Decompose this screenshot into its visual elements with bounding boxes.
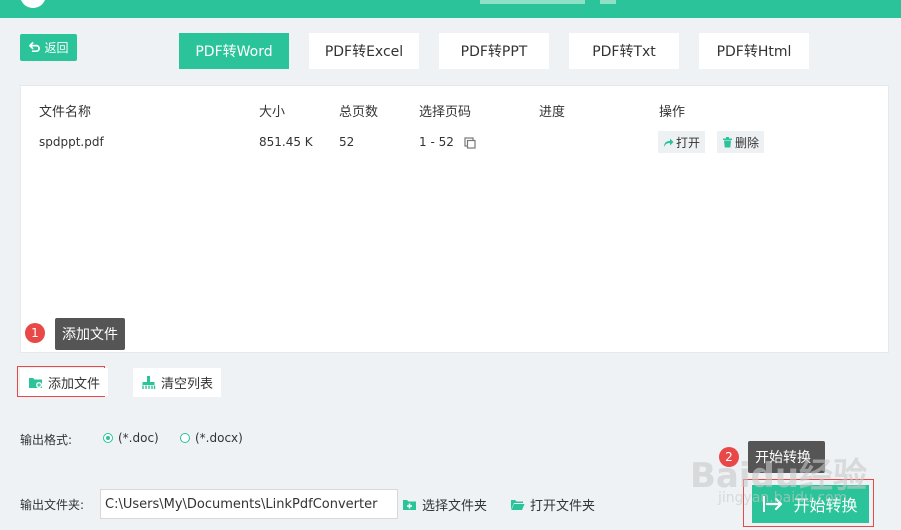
output-format-label: 输出格式:: [20, 433, 73, 447]
column-header-progress: 进度: [539, 105, 566, 120]
tab-label: PDF转Html: [716, 44, 792, 60]
step-badge-1: 1: [25, 323, 45, 343]
tab-pdf-to-txt[interactable]: PDF转Txt: [569, 33, 679, 69]
page-count-cell: 52: [339, 135, 355, 149]
open-file-label: 打开: [676, 135, 701, 150]
radio-selected-indicator: [103, 433, 113, 443]
back-button-label: 返回: [44, 41, 69, 55]
back-button[interactable]: 返回: [20, 34, 77, 61]
start-convert-label: 开始转换: [793, 496, 858, 515]
tab-label: PDF转Word: [195, 44, 273, 60]
title-bar: [0, 0, 901, 18]
column-header-actions: 操作: [659, 105, 686, 120]
start-convert-tooltip: 开始转换: [748, 441, 825, 473]
tab-pdf-to-word[interactable]: PDF转Word: [179, 33, 289, 69]
radio-unselected-indicator: [180, 433, 190, 443]
clear-list-label: 清空列表: [161, 377, 214, 392]
format-doc-radio[interactable]: (*.doc): [103, 431, 159, 445]
clear-list-button[interactable]: 清空列表: [133, 368, 222, 397]
page-select-icon[interactable]: [464, 136, 476, 149]
add-file-label: 添加文件: [48, 376, 101, 392]
page-range-value: 1 - 52: [419, 135, 454, 149]
tooltip-text: 开始转换: [755, 450, 811, 466]
choose-folder-label: 选择文件夹: [422, 498, 488, 514]
column-header-name: 文件名称: [39, 105, 92, 120]
format-doc-label: (*.doc): [118, 431, 159, 445]
tab-label: PDF转PPT: [460, 44, 528, 60]
step-badge-2: 2: [719, 447, 739, 467]
open-folder-icon: [511, 499, 525, 510]
tooltip-text: 添加文件: [62, 327, 118, 343]
app-logo: [20, 0, 46, 8]
choose-folder-button[interactable]: 选择文件夹: [398, 489, 492, 519]
title-bar-decoration: [600, 0, 616, 4]
add-file-tooltip: 添加文件: [55, 318, 125, 350]
trash-icon: [723, 136, 732, 147]
column-header-pages: 总页数: [339, 105, 379, 120]
column-header-page-range: 选择页码: [419, 105, 472, 120]
file-list-panel: 文件名称 大小 总页数 选择页码 进度 操作 spdppt.pdf 851.45…: [20, 85, 889, 353]
tab-label: PDF转Excel: [324, 44, 404, 60]
delete-file-label: 删除: [735, 135, 760, 150]
output-folder-input[interactable]: [100, 489, 398, 519]
format-docx-radio[interactable]: (*.docx): [180, 431, 243, 445]
file-size-cell: 851.45 K: [259, 135, 313, 149]
open-folder-label: 打开文件夹: [530, 498, 596, 514]
add-folder-icon: [29, 377, 42, 388]
delete-file-button[interactable]: 删除: [717, 131, 765, 153]
start-convert-button[interactable]: 开始转换: [752, 485, 869, 523]
file-name-cell: spdppt.pdf: [39, 135, 104, 149]
column-header-size: 大小: [259, 105, 286, 120]
add-file-button[interactable]: 添加文件: [20, 368, 109, 396]
add-folder-icon: [403, 499, 416, 510]
format-docx-label: (*.docx): [195, 431, 243, 445]
page-range-cell[interactable]: 1 - 52: [419, 135, 476, 149]
tab-pdf-to-excel[interactable]: PDF转Excel: [309, 33, 419, 69]
open-file-button[interactable]: 打开: [658, 131, 706, 153]
back-arrow-icon: [29, 42, 41, 53]
broom-icon: [142, 376, 156, 389]
open-folder-button[interactable]: 打开文件夹: [506, 489, 600, 519]
tab-pdf-to-html[interactable]: PDF转Html: [699, 33, 809, 69]
tab-pdf-to-ppt[interactable]: PDF转PPT: [439, 33, 549, 69]
share-arrow-icon: [664, 138, 674, 147]
tab-label: PDF转Txt: [592, 44, 656, 60]
title-bar-decoration: [480, 0, 585, 4]
output-folder-label: 输出文件夹:: [20, 498, 85, 512]
convert-arrow-icon: [763, 496, 783, 512]
